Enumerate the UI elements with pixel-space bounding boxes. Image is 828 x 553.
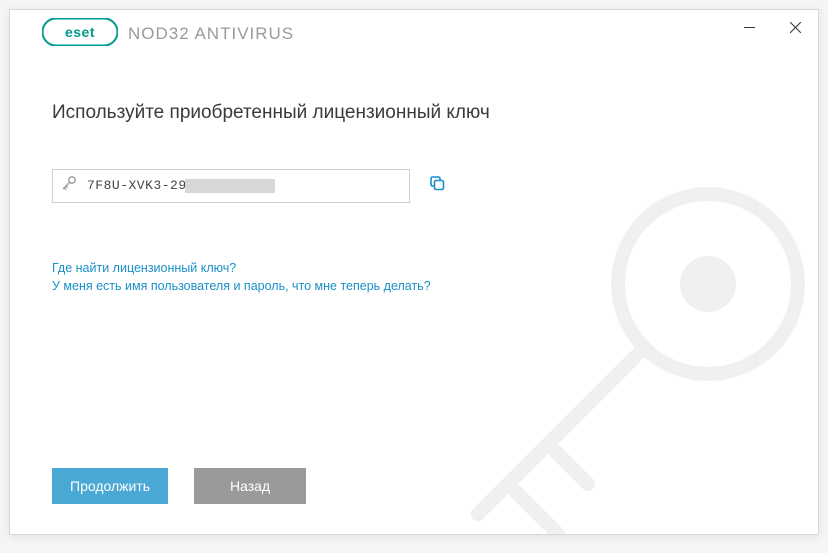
page-heading: Используйте приобретенный лицензионный к…: [52, 100, 492, 127]
close-icon: [790, 22, 801, 33]
key-icon: [61, 175, 77, 196]
continue-button[interactable]: Продолжить: [52, 468, 168, 504]
activation-window: eset NOD32 ANTIVIRUS Используйте приобре…: [9, 9, 819, 535]
eset-logo: eset: [42, 18, 118, 51]
svg-text:eset: eset: [65, 24, 95, 40]
minimize-button[interactable]: [726, 10, 772, 44]
license-key-field-wrap[interactable]: 7F8U-XVK3-29: [52, 169, 410, 203]
titlebar: eset NOD32 ANTIVIRUS: [10, 10, 818, 58]
license-key-input[interactable]: 7F8U-XVK3-29: [87, 178, 401, 193]
copy-icon: [428, 174, 446, 192]
license-key-masked-part: [185, 179, 275, 193]
help-links: Где найти лицензионный ключ? У меня есть…: [52, 259, 776, 297]
license-input-row: 7F8U-XVK3-29: [52, 169, 776, 203]
back-button[interactable]: Назад: [194, 468, 306, 504]
close-button[interactable]: [772, 10, 818, 44]
footer-buttons: Продолжить Назад: [52, 468, 306, 504]
copy-button[interactable]: [428, 174, 446, 197]
license-key-visible-part: 7F8U-XVK3-29: [87, 178, 187, 193]
link-where-is-key[interactable]: Где найти лицензионный ключ?: [52, 261, 236, 275]
window-controls: [726, 10, 818, 44]
product-name: NOD32 ANTIVIRUS: [128, 24, 294, 44]
link-have-credentials[interactable]: У меня есть имя пользователя и пароль, ч…: [52, 279, 431, 293]
minimize-icon: [744, 22, 755, 33]
